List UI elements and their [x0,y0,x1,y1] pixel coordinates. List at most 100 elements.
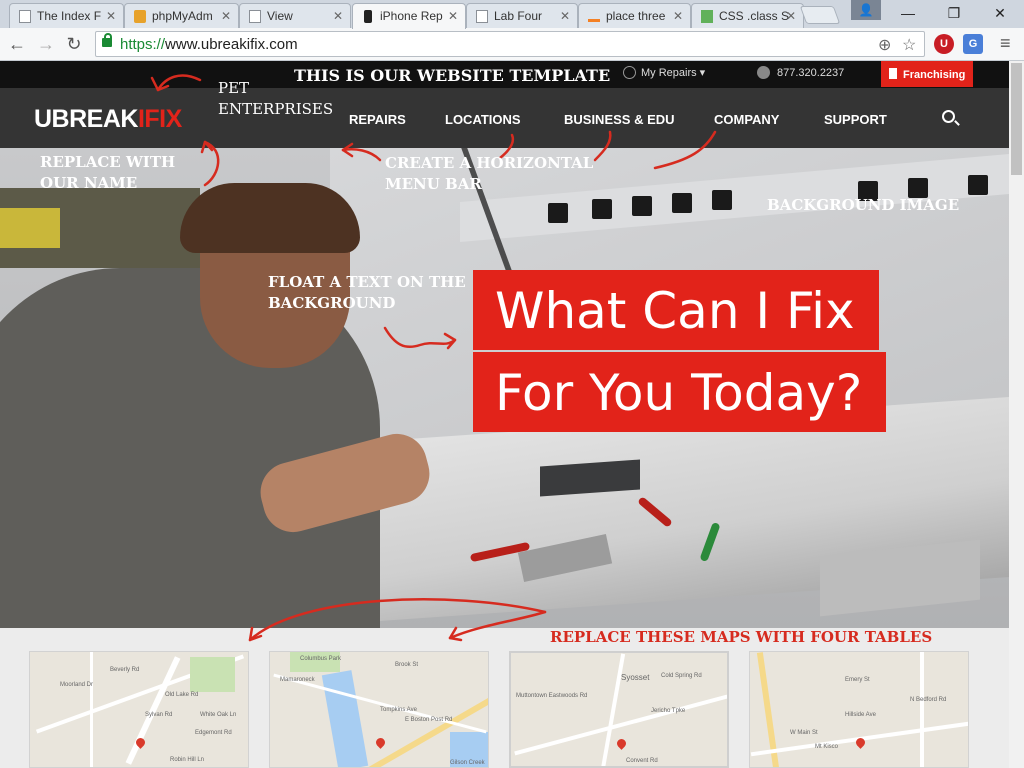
profile-icon[interactable]: 👤 [851,0,881,20]
tab[interactable]: phpMyAdm ✕ [124,3,239,28]
tab[interactable]: View ✕ [239,3,351,28]
phone-icon [364,10,372,23]
close-icon[interactable]: ✕ [786,9,796,23]
bookmark-star-icon[interactable]: ☆ [902,35,916,55]
map-label: Emery St [845,677,870,683]
reload-button[interactable]: ↻ [62,32,86,56]
map-label: Sylvan Rd [145,712,173,718]
logo-text: UBREAK [34,105,138,133]
my-repairs-link[interactable]: My Repairs ▾ [623,66,705,79]
hero-background-image: What Can I Fix For You Today? [0,148,1009,628]
new-tab-button[interactable] [799,6,841,24]
translate-icon[interactable]: G [963,34,983,54]
close-icon[interactable]: ✕ [673,9,683,23]
close-icon[interactable]: ✕ [333,9,343,23]
map-label: Old Lake Rd [165,692,199,698]
hero-headline-line2: For You Today? [473,352,887,432]
tab-title: phpMyAdm [152,9,213,23]
map-label: Tompkins Ave [380,707,417,713]
hero-photo-bin [0,208,60,248]
tab[interactable]: Lab Four ✕ [466,3,578,28]
page-scrollbar[interactable] [1009,61,1024,768]
map-water [321,670,369,767]
tab-title: The Index F [37,9,102,23]
map-label: White Oak Ln [200,712,237,718]
minimize-button[interactable]: — [885,0,931,26]
hero-photo-outlet [672,193,692,213]
screen: The Index F ✕ phpMyAdm ✕ View ✕ iPhone R… [0,0,1024,768]
maps-section: Moorland Dr Beverly Rd Old Lake Rd Sylva… [0,628,1009,768]
tab-active[interactable]: iPhone Rep ✕ [352,3,466,29]
nav-repairs[interactable]: REPAIRS [349,112,406,127]
annotation-background-image: BACKGROUND IMAGE [767,196,960,214]
map-label: Brook St [395,662,419,668]
page-icon [249,10,261,23]
tab-title: View [267,9,293,23]
tab[interactable]: place three ✕ [578,3,691,28]
site-logo[interactable]: UBREAKIFIX [34,105,182,134]
back-button[interactable]: ← [5,32,29,56]
map-label: Convent Rd [626,758,658,764]
scrollbar-thumb[interactable] [1011,63,1022,175]
logo-text-accent: IFIX [137,105,182,133]
map-pin-icon [615,737,628,750]
map-label: Mt Kisco [815,744,839,750]
close-icon[interactable]: ✕ [560,9,570,23]
hero-photo-outlet [712,190,732,210]
map-label: Syosset [621,673,650,682]
url-text: https://www.ubreakifix.com [120,36,298,53]
map-tile[interactable]: Moorland Dr Beverly Rd Old Lake Rd Sylva… [29,651,249,768]
location-icon[interactable]: ⊕ [878,35,891,55]
search-icon[interactable] [942,110,955,123]
browser-toolbar: ← → ↻ https://www.ubreakifix.com ⊕ ☆ U G… [0,28,1024,61]
nav-business-edu[interactable]: BUSINESS & EDU [564,112,675,127]
phone-icon [757,66,770,79]
close-icon[interactable]: ✕ [221,9,231,23]
tab[interactable]: CSS .class S ✕ [691,3,804,28]
user-icon [623,66,636,79]
building-icon [889,68,897,79]
address-bar[interactable]: https://www.ubreakifix.com ⊕ ☆ [95,31,925,57]
annotation-pet-enterprises: PET ENTERPRISES [218,79,334,118]
nav-locations[interactable]: LOCATIONS [445,112,521,127]
page-icon [19,10,31,23]
nav-company[interactable]: COMPANY [714,112,779,127]
map-label: Robin Hill Ln [170,757,205,763]
phpmyadmin-icon [134,10,146,23]
close-icon[interactable]: ✕ [448,9,458,23]
hero-photo-outlet [548,203,568,223]
phone-link[interactable]: 877.320.2237 [757,66,844,79]
stackoverflow-icon [588,10,600,22]
franchising-button[interactable]: Franchising [881,61,973,87]
map-tile[interactable]: Emery St Hillside Ave Mt Kisco W Main St… [749,651,969,768]
my-repairs-label: My Repairs ▾ [641,67,706,79]
forward-button[interactable]: → [34,32,58,56]
page-icon [476,10,488,23]
map-label: Mamaroneck [280,677,315,683]
nav-support[interactable]: SUPPORT [824,112,887,127]
browser-menu-icon[interactable]: ≡ [1000,33,1011,54]
close-icon[interactable]: ✕ [106,9,116,23]
map-road [90,652,93,767]
site-main-nav: UBREAKIFIX REPAIRS LOCATIONS BUSINESS & … [0,88,1009,148]
extension-icon[interactable]: U [934,34,954,54]
map-label: E Boston Post Rd [405,717,453,723]
restore-button[interactable]: ❐ [931,0,977,26]
map-label: Moorland Dr [60,682,94,688]
map-label: Edgemont Rd [195,730,232,736]
hero-photo-outlet [632,196,652,216]
map-tile[interactable]: Columbus Park Mamaroneck Tompkins Ave Br… [269,651,489,768]
annotation-float-text: FLOAT A TEXT ON THE BACKGROUND [268,273,466,312]
browser-tab-bar: The Index F ✕ phpMyAdm ✕ View ✕ iPhone R… [0,0,1024,29]
w3schools-icon [701,10,713,23]
close-window-button[interactable]: ✕ [977,0,1023,26]
map-label: Columbus Park [300,656,342,662]
tab-title: iPhone Rep [380,9,443,23]
annotation-menu-bar: CREATE A HORIZONTAL MENU BAR [385,154,594,193]
tab[interactable]: The Index F ✕ [9,3,124,28]
map-label: Hillside Ave [845,712,876,718]
hero-photo-outlet [968,175,988,195]
map-tile[interactable]: Syosset Muttontown Eastwoods Rd Cold Spr… [509,651,729,768]
lock-icon [102,33,112,47]
map-label: Cold Spring Rd [661,673,702,679]
